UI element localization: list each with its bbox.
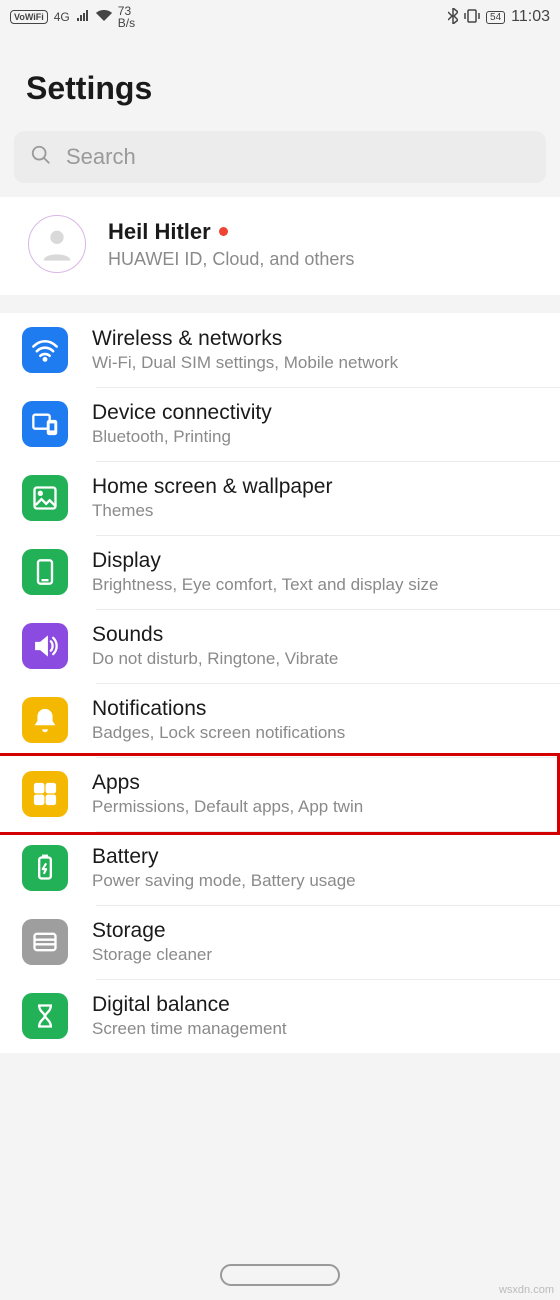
account-sub: HUAWEI ID, Cloud, and others: [108, 249, 354, 270]
row-title: Digital balance: [92, 993, 544, 1017]
row-title: Notifications: [92, 697, 544, 721]
row-title: Home screen & wallpaper: [92, 475, 544, 499]
account-row[interactable]: Heil Hitler HUAWEI ID, Cloud, and others: [0, 197, 560, 295]
row-title: Wireless & networks: [92, 327, 544, 351]
row-text: AppsPermissions, Default apps, App twin: [92, 771, 544, 817]
settings-row-digital-balance[interactable]: Digital balanceScreen time management: [0, 979, 560, 1053]
row-text: Device connectivityBluetooth, Printing: [92, 401, 544, 447]
digital-balance-icon: [22, 993, 68, 1039]
row-text: StorageStorage cleaner: [92, 919, 544, 965]
vibrate-icon: [464, 9, 480, 26]
row-sub: Do not disturb, Ringtone, Vibrate: [92, 649, 544, 669]
storage-icon: [22, 919, 68, 965]
notification-dot-icon: [219, 227, 228, 236]
row-sub: Storage cleaner: [92, 945, 544, 965]
row-text: Home screen & wallpaperThemes: [92, 475, 544, 521]
row-sub: Brightness, Eye comfort, Text and displa…: [92, 575, 544, 595]
apps-icon: [22, 771, 68, 817]
search-input[interactable]: [66, 144, 530, 170]
settings-row-battery[interactable]: BatteryPower saving mode, Battery usage: [0, 831, 560, 905]
row-title: Battery: [92, 845, 544, 869]
clock: 11:03: [511, 8, 550, 26]
settings-row-sounds[interactable]: SoundsDo not disturb, Ringtone, Vibrate: [0, 609, 560, 683]
row-title: Storage: [92, 919, 544, 943]
watermark: wsxdn.com: [499, 1284, 554, 1296]
home-screen-icon: [22, 475, 68, 521]
search-wrap: [0, 131, 560, 197]
search-bar[interactable]: [14, 131, 546, 183]
sounds-icon: [22, 623, 68, 669]
status-right: 54 11:03: [448, 8, 550, 27]
row-text: SoundsDo not disturb, Ringtone, Vibrate: [92, 623, 544, 669]
page-header: Settings: [0, 34, 560, 131]
bluetooth-icon: [448, 8, 458, 27]
settings-row-storage[interactable]: StorageStorage cleaner: [0, 905, 560, 979]
page-title: Settings: [26, 70, 534, 107]
settings-row-display[interactable]: DisplayBrightness, Eye comfort, Text and…: [0, 535, 560, 609]
row-text: BatteryPower saving mode, Battery usage: [92, 845, 544, 891]
display-icon: [22, 549, 68, 595]
row-title: Sounds: [92, 623, 544, 647]
device-connectivity-icon: [22, 401, 68, 447]
status-left: VoWiFi 4G 73 B/s: [10, 5, 135, 29]
row-text: NotificationsBadges, Lock screen notific…: [92, 697, 544, 743]
nav-pill[interactable]: [220, 1264, 340, 1286]
row-text: DisplayBrightness, Eye comfort, Text and…: [92, 549, 544, 595]
avatar: [28, 215, 86, 273]
settings-row-notifications[interactable]: NotificationsBadges, Lock screen notific…: [0, 683, 560, 757]
row-title: Apps: [92, 771, 544, 795]
row-sub: Permissions, Default apps, App twin: [92, 797, 544, 817]
row-sub: Wi-Fi, Dual SIM settings, Mobile network: [92, 353, 544, 373]
network-generation: 4G: [54, 11, 70, 23]
row-text: Digital balanceScreen time management: [92, 993, 544, 1039]
signal-icon: [76, 9, 90, 25]
account-text: Heil Hitler HUAWEI ID, Cloud, and others: [108, 219, 354, 270]
account-name: Heil Hitler: [108, 219, 211, 245]
row-sub: Power saving mode, Battery usage: [92, 871, 544, 891]
vowifi-badge: VoWiFi: [10, 10, 48, 24]
row-title: Display: [92, 549, 544, 573]
section-gap: [0, 295, 560, 313]
search-icon: [30, 144, 52, 171]
row-title: Device connectivity: [92, 401, 544, 425]
settings-row-apps[interactable]: AppsPermissions, Default apps, App twin: [0, 757, 560, 831]
row-sub: Bluetooth, Printing: [92, 427, 544, 447]
notifications-icon: [22, 697, 68, 743]
row-sub: Themes: [92, 501, 544, 521]
wireless-icon: [22, 327, 68, 373]
settings-list: Wireless & networksWi-Fi, Dual SIM setti…: [0, 313, 560, 1053]
status-bar: VoWiFi 4G 73 B/s 54 11:03: [0, 0, 560, 34]
row-sub: Badges, Lock screen notifications: [92, 723, 544, 743]
row-text: Wireless & networksWi-Fi, Dual SIM setti…: [92, 327, 544, 373]
battery-indicator: 54: [486, 11, 505, 24]
battery-icon: [22, 845, 68, 891]
settings-row-device-connectivity[interactable]: Device connectivityBluetooth, Printing: [0, 387, 560, 461]
settings-row-home-screen[interactable]: Home screen & wallpaperThemes: [0, 461, 560, 535]
wifi-icon: [96, 9, 112, 25]
row-sub: Screen time management: [92, 1019, 544, 1039]
data-speed: 73 B/s: [118, 5, 135, 29]
settings-row-wireless[interactable]: Wireless & networksWi-Fi, Dual SIM setti…: [0, 313, 560, 387]
